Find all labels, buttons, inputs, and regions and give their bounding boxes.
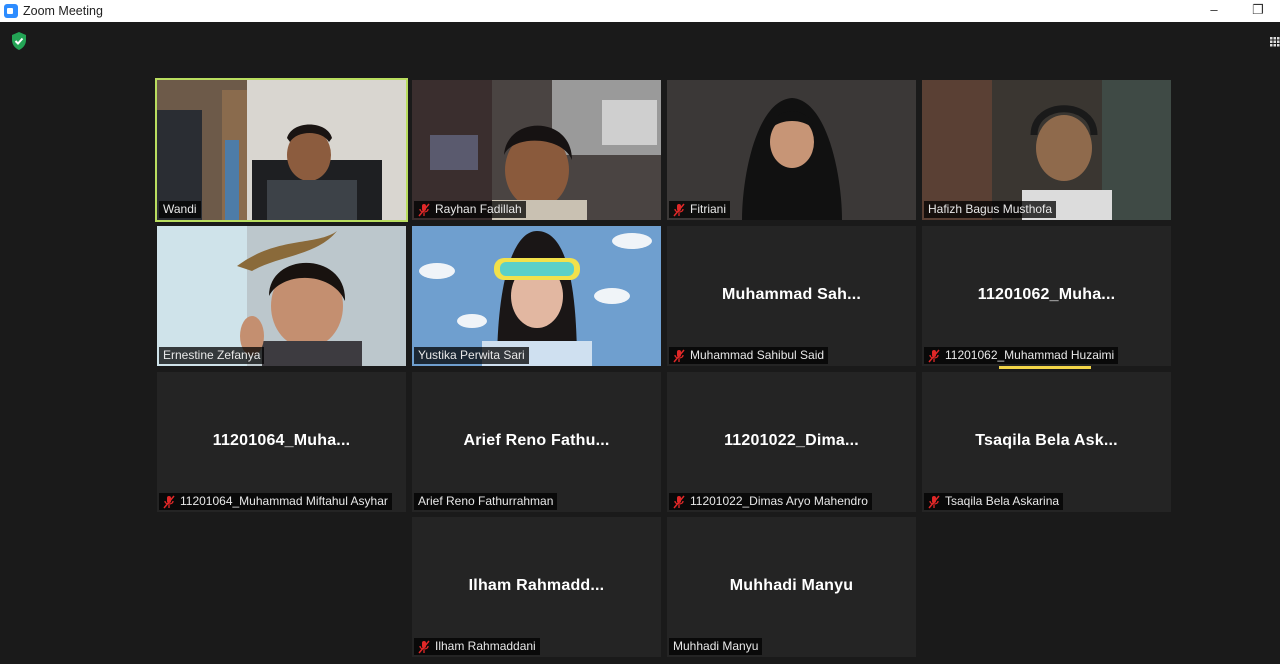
participant-center-name: 11201062_Muha...: [977, 286, 1116, 303]
mic-muted-icon: [928, 495, 940, 508]
shield-check-icon[interactable]: [10, 31, 28, 51]
participant-name-label: Fitriani: [669, 201, 731, 218]
mic-muted-icon: [418, 203, 430, 216]
participant-video: [157, 226, 406, 366]
zoom-app-icon: [4, 4, 18, 18]
mic-muted-icon: [163, 495, 175, 508]
participant-name-label: 11201022_Dimas Aryo Mahendro: [669, 493, 872, 510]
participant-center-name: 11201022_Dima...: [724, 432, 859, 449]
mic-muted-icon: [673, 203, 685, 216]
participant-video: [922, 80, 1171, 220]
participant-tile-wandi[interactable]: Wandi: [155, 78, 408, 222]
participant-name-label: Ernestine Zefanya: [159, 347, 265, 364]
mic-muted-icon: [673, 349, 685, 362]
participant-tile-tsaqila[interactable]: Tsaqila Bela Ask... Tsaqila Bela Askarin…: [922, 372, 1171, 512]
mic-muted-icon: [928, 349, 940, 362]
participant-tile-ilham[interactable]: Ilham Rahmadd... Ilham Rahmaddani: [412, 517, 661, 657]
participant-tile-muhhadi[interactable]: Muhhadi Manyu Muhhadi Manyu: [667, 517, 916, 657]
participant-tile-ernestine[interactable]: Ernestine Zefanya: [157, 226, 406, 366]
participant-tile-arief[interactable]: Arief Reno Fathu... Arief Reno Fathurrah…: [412, 372, 661, 512]
participant-tile-huzaimi[interactable]: 11201062_Muha... 11201062_Muhammad Huzai…: [922, 226, 1171, 366]
minimize-button[interactable]: –: [1196, 0, 1232, 22]
participant-tile-fitriani[interactable]: Fitriani: [667, 80, 916, 220]
participant-tile-rayhan[interactable]: Rayhan Fadillah: [412, 80, 661, 220]
participant-tile-miftahul[interactable]: 11201064_Muha... 11201064_Muhammad Mifta…: [157, 372, 406, 512]
participant-name-label: Hafizh Bagus Musthofa: [924, 201, 1057, 218]
participant-name-label: Muhammad Sahibul Said: [669, 347, 829, 364]
participant-center-name: Muhhadi Manyu: [729, 577, 854, 594]
meeting-top-bar: [0, 22, 1280, 62]
participant-name-label: 11201062_Muhammad Huzaimi: [924, 347, 1119, 364]
participant-name-label: 11201064_Muhammad Miftahul Asyhar: [159, 493, 392, 510]
participant-video: [157, 80, 406, 220]
restore-button[interactable]: ❐: [1240, 0, 1276, 22]
participant-video: [667, 80, 916, 220]
mic-muted-icon: [418, 640, 430, 653]
participant-tile-muhammad-sahibul[interactable]: Muhammad Sah... Muhammad Sahibul Said: [667, 226, 916, 366]
participant-tile-yustika[interactable]: Yustika Perwita Sari: [412, 226, 661, 366]
participant-tile-dimas[interactable]: 11201022_Dima... 11201022_Dimas Aryo Mah…: [667, 372, 916, 512]
participant-name-label: Rayhan Fadillah: [414, 201, 526, 218]
participant-name-label: Wandi: [159, 201, 201, 218]
participant-name-label: Ilham Rahmaddani: [414, 638, 540, 655]
participant-center-name: Tsaqila Bela Ask...: [975, 432, 1118, 449]
speaking-indicator: [999, 366, 1091, 369]
participant-tile-hafizh[interactable]: Hafizh Bagus Musthofa: [922, 80, 1171, 220]
participant-name-label: Arief Reno Fathurrahman: [414, 493, 558, 510]
participant-center-name: Muhammad Sah...: [721, 286, 862, 303]
mic-muted-icon: [673, 495, 685, 508]
participant-video: [412, 80, 661, 220]
participant-center-name: 11201064_Muha...: [212, 432, 351, 449]
participant-name-label: Tsaqila Bela Askarina: [924, 493, 1064, 510]
participant-video: [412, 226, 661, 366]
participant-center-name: Arief Reno Fathu...: [463, 432, 610, 449]
window-titlebar: Zoom Meeting – ❐: [0, 0, 1280, 22]
gallery-view-icon[interactable]: [1270, 37, 1280, 47]
participant-center-name: Ilham Rahmadd...: [468, 577, 605, 594]
window-title: Zoom Meeting: [23, 4, 103, 18]
participant-name-label: Muhhadi Manyu: [669, 638, 763, 655]
participant-name-label: Yustika Perwita Sari: [414, 347, 529, 364]
